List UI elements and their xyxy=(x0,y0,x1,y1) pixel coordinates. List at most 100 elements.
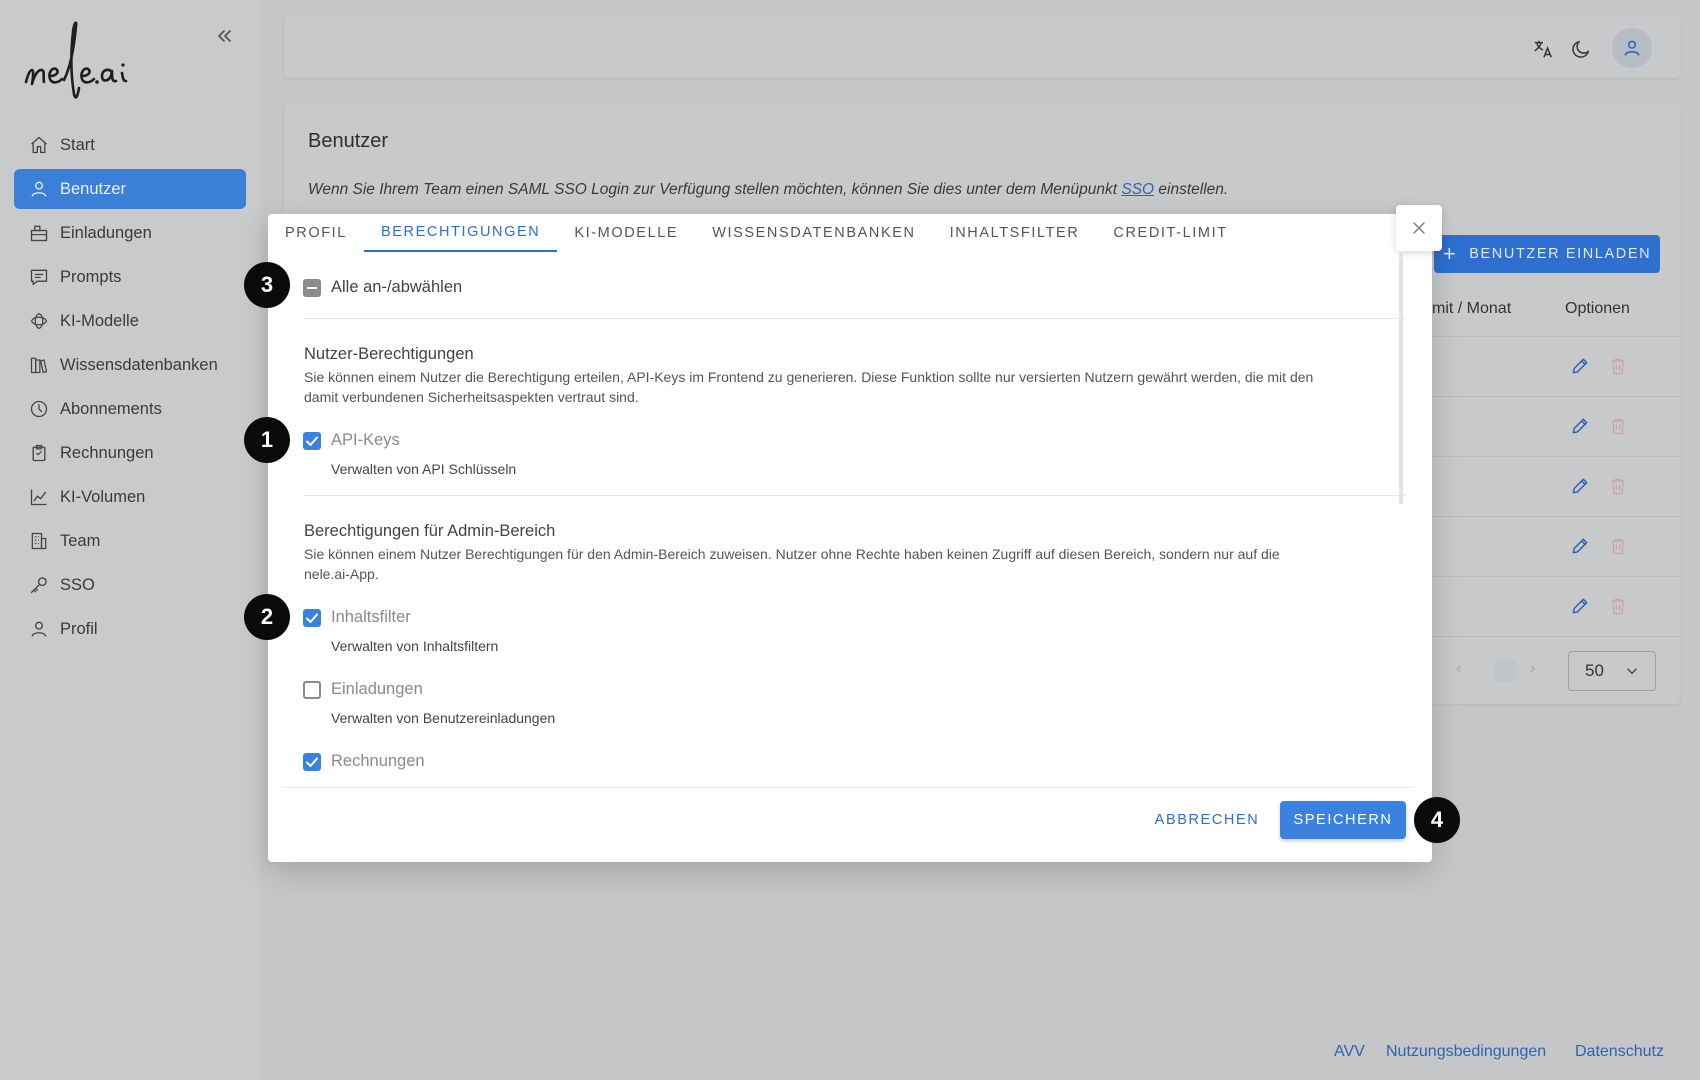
next-page-icon[interactable]: › xyxy=(1530,660,1535,678)
nele-ai-logo[interactable] xyxy=(24,18,154,106)
edit-pencil-icon[interactable] xyxy=(1570,536,1592,558)
user-avatar[interactable] xyxy=(1612,28,1652,68)
cancel-button[interactable]: ABBRECHEN xyxy=(1148,801,1266,839)
modal-scrollbar[interactable] xyxy=(1399,252,1403,504)
sidebar-item-label: Prompts xyxy=(60,267,122,286)
translate-icon[interactable] xyxy=(1530,36,1556,62)
sidebar-item-ki-modelle[interactable]: KI-Modelle xyxy=(14,301,246,341)
avatar-user-icon xyxy=(1624,40,1640,56)
chart-icon xyxy=(28,486,50,508)
page-size-select[interactable]: 50 xyxy=(1568,651,1656,691)
inhaltsfilter-desc: Verwalten von Inhaltsfiltern xyxy=(331,638,499,654)
sidebar-item-label: KI-Modelle xyxy=(60,311,139,330)
footer-link-privacy[interactable]: Datenschutz xyxy=(1575,1043,1664,1061)
tab-credit-limit[interactable]: CREDIT-LIMIT xyxy=(1096,214,1244,252)
edit-pencil-icon[interactable] xyxy=(1570,476,1592,498)
einladungen-checkbox[interactable] xyxy=(303,681,321,699)
einladungen-label: Einladungen xyxy=(331,680,423,698)
model-icon xyxy=(28,310,50,332)
invite-icon xyxy=(28,222,50,244)
sidebar-item-ki-volumen[interactable]: KI-Volumen xyxy=(14,477,246,517)
sidebar-item-prompts[interactable]: Prompts xyxy=(14,257,246,297)
sidebar-nav: Start Benutzer Einladungen Prompts KI-Mo… xyxy=(14,125,246,653)
inhaltsfilter-label: Inhaltsfilter xyxy=(331,608,411,626)
sidebar-item-label: KI-Volumen xyxy=(60,487,146,506)
trash-icon[interactable] xyxy=(1608,356,1630,378)
modal-footer-divider xyxy=(284,787,1413,788)
collapse-sidebar-icon[interactable] xyxy=(212,24,236,48)
tab-inhaltsfilter[interactable]: INHALTSFILTER xyxy=(933,214,1097,252)
select-all-checkbox[interactable] xyxy=(303,279,321,297)
einladungen-desc: Verwalten von Benutzereinladungen xyxy=(331,710,556,726)
sidebar-item-label: Start xyxy=(60,135,95,154)
tab-berechtigungen[interactable]: BERECHTIGUNGEN xyxy=(363,214,558,252)
sidebar-item-label: Wissensdatenbanken xyxy=(60,355,218,374)
table-divider xyxy=(1432,636,1680,637)
table-divider xyxy=(1432,576,1680,577)
divider xyxy=(304,495,1406,496)
trash-icon[interactable] xyxy=(1608,476,1630,498)
invite-user-label: BENUTZER EINLADEN xyxy=(1469,246,1652,262)
marker-2: 2 xyxy=(244,594,290,640)
sidebar-item-abonnements[interactable]: Abonnements xyxy=(14,389,246,429)
check-icon xyxy=(306,757,318,767)
sidebar-item-label: SSO xyxy=(60,575,95,594)
dark-mode-moon-icon[interactable] xyxy=(1568,36,1594,62)
footer-link-terms[interactable]: Nutzungsbedingungen xyxy=(1386,1043,1546,1061)
tab-wissensdatenbanken[interactable]: WISSENSDATENBANKEN xyxy=(695,214,932,252)
check-icon xyxy=(306,436,318,446)
close-icon[interactable] xyxy=(1396,205,1442,251)
column-header-options: Optionen xyxy=(1565,300,1630,317)
table-divider xyxy=(1432,336,1680,337)
sidebar-item-label: Abonnements xyxy=(60,399,162,418)
user-permissions-desc-2: damit verbundenen Sicherheitsaspekten ve… xyxy=(304,389,639,405)
invite-user-button[interactable]: + BENUTZER EINLADEN xyxy=(1434,235,1660,273)
sidebar-item-profil[interactable]: Profil xyxy=(14,609,246,649)
divider xyxy=(304,318,1406,319)
edit-pencil-icon[interactable] xyxy=(1570,596,1592,618)
sidebar-item-label: Profil xyxy=(60,619,98,638)
sidebar-item-einladungen[interactable]: Einladungen xyxy=(14,213,246,253)
sidebar-item-label: Einladungen xyxy=(60,223,152,242)
sidebar-item-wissensdatenbanken[interactable]: Wissensdatenbanken xyxy=(14,345,246,385)
sidebar-item-label: Benutzer xyxy=(60,179,127,198)
table-divider xyxy=(1432,396,1680,397)
sidebar-item-start[interactable]: Start xyxy=(14,125,246,165)
edit-pencil-icon[interactable] xyxy=(1570,356,1592,378)
column-header-limit: mit / Monat xyxy=(1432,300,1512,317)
footer-link-avv[interactable]: AVV xyxy=(1334,1043,1365,1061)
sidebar-item-label: Team xyxy=(60,531,101,550)
admin-permissions-title: Berechtigungen für Admin-Bereich xyxy=(304,522,556,540)
tab-profil[interactable]: PROFIL xyxy=(268,214,364,252)
top-bar xyxy=(284,16,1680,78)
trash-icon[interactable] xyxy=(1608,416,1630,438)
api-keys-desc: Verwalten von API Schlüsseln xyxy=(331,461,517,477)
trash-icon[interactable] xyxy=(1608,596,1630,618)
current-page[interactable] xyxy=(1494,660,1516,682)
sidebar-item-label: Rechnungen xyxy=(60,443,154,462)
rechnungen-checkbox[interactable] xyxy=(303,753,321,771)
tab-ki-modelle[interactable]: KI-MODELLE xyxy=(557,214,695,252)
page-size-value: 50 xyxy=(1585,661,1604,680)
inhaltsfilter-checkbox[interactable] xyxy=(303,609,321,627)
home-icon xyxy=(28,134,50,156)
user-permissions-desc-1: Sie können einem Nutzer die Berechtigung… xyxy=(304,369,1314,385)
edit-pencil-icon[interactable] xyxy=(1570,416,1592,438)
sso-link[interactable]: SSO xyxy=(1121,181,1154,198)
chevron-down-icon xyxy=(1623,662,1641,685)
sidebar-item-team[interactable]: Team xyxy=(14,521,246,561)
api-keys-checkbox[interactable] xyxy=(303,432,321,450)
sidebar-item-rechnungen[interactable]: Rechnungen xyxy=(14,433,246,473)
marker-4: 4 xyxy=(1414,797,1460,843)
building-icon xyxy=(28,530,50,552)
sso-info-before: Wenn Sie Ihrem Team einen SAML SSO Login… xyxy=(308,181,1122,198)
plus-icon: + xyxy=(1442,241,1458,266)
api-keys-label: API-Keys xyxy=(331,431,400,449)
sidebar-item-sso[interactable]: SSO xyxy=(14,565,246,605)
sidebar-item-benutzer[interactable]: Benutzer xyxy=(14,169,246,209)
prev-page-icon[interactable]: ‹ xyxy=(1456,660,1461,678)
trash-icon[interactable] xyxy=(1608,536,1630,558)
page-title: Benutzer xyxy=(308,130,389,152)
save-button[interactable]: SPEICHERN xyxy=(1280,801,1406,839)
admin-permissions-desc-1: Sie können einem Nutzer Berechtigungen f… xyxy=(304,546,1280,562)
